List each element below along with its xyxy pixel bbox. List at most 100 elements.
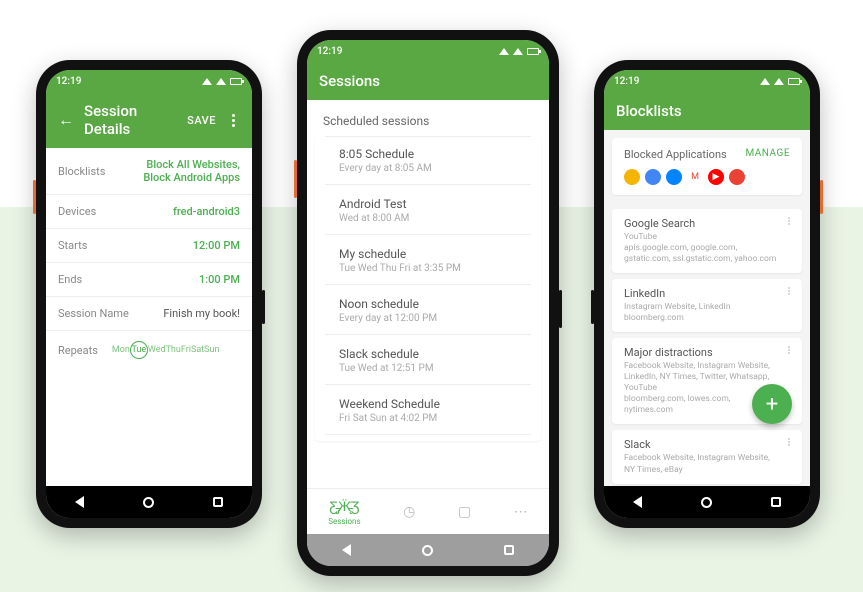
session-title: Android Test <box>339 197 517 211</box>
nav-back-icon[interactable] <box>75 496 84 508</box>
nav-home-icon[interactable] <box>143 497 154 508</box>
status-bar: 12:19 <box>604 70 810 92</box>
row-ends[interactable]: Ends 1:00 PM <box>46 263 252 297</box>
session-subtitle: Every day at 8:05 AM <box>339 163 517 174</box>
wifi-icon <box>216 78 226 85</box>
header-title: Blocklists <box>616 102 798 120</box>
signal-icon <box>499 48 509 55</box>
status-time: 12:19 <box>317 46 342 57</box>
status-time: 12:19 <box>56 76 81 87</box>
day-sat[interactable]: Sat <box>191 345 204 355</box>
battery-icon <box>527 48 539 55</box>
row-value: 12:00 PM <box>193 239 240 252</box>
nav-recent-icon[interactable] <box>771 497 781 507</box>
phone-blocklists: 12:19 Blocklists Blocked Applications MA… <box>594 60 820 528</box>
blocklist-title: LinkedIn <box>624 287 780 300</box>
session-title: Noon schedule <box>339 297 517 311</box>
tab-sessions[interactable]: Ƹ̵̡Ӝ̵̨̄Ʒ Sessions <box>328 498 360 526</box>
row-repeats: Repeats MonTueWedThuFriSatSun <box>46 331 252 369</box>
volume-button <box>33 180 36 214</box>
signal-icon <box>202 78 212 85</box>
power-button <box>559 290 562 328</box>
overflow-menu-icon[interactable] <box>226 114 240 127</box>
row-label: Devices <box>58 205 96 218</box>
overflow-menu-icon[interactable] <box>788 217 790 265</box>
power-button <box>591 290 594 324</box>
nav-back-icon[interactable] <box>633 496 642 508</box>
back-icon[interactable]: ← <box>58 110 74 130</box>
battery-icon <box>788 78 800 85</box>
blocklist-title: Major distractions <box>624 346 780 359</box>
blocked-apps-card[interactable]: Blocked Applications MANAGE M▶ <box>612 138 802 195</box>
shield-icon: ▢ <box>458 504 471 520</box>
nav-home-icon[interactable] <box>701 497 712 508</box>
butterfly-icon: Ƹ̵̡Ӝ̵̨̄Ʒ <box>329 498 359 515</box>
session-subtitle: Tue Wed at 12:51 PM <box>339 363 517 374</box>
row-label: Repeats <box>58 344 98 357</box>
blocklist-subtitle: Instagram Website, LinkedInbloomberg.com <box>624 302 780 324</box>
tab-blocklists[interactable]: ▢ <box>458 504 471 520</box>
android-nav-bar <box>46 486 252 518</box>
section-title: Scheduled sessions <box>307 100 549 136</box>
session-subtitle: Every day at 12:00 PM <box>339 313 517 324</box>
nav-recent-icon[interactable] <box>213 497 223 507</box>
day-mon[interactable]: Mon <box>112 345 130 355</box>
row-label: Blocklists <box>58 165 105 178</box>
battery-icon <box>230 78 242 85</box>
blocklist-card[interactable]: Slack Facebook Website, Instagram Website… <box>612 430 802 483</box>
status-bar: 12:19 <box>307 40 549 62</box>
nav-home-icon[interactable] <box>422 545 433 556</box>
overflow-menu-icon[interactable] <box>788 438 790 475</box>
session-subtitle: Fri Sat Sun at 4:02 PM <box>339 413 517 424</box>
tab-bar: Ƹ̵̡Ӝ̵̨̄Ʒ Sessions ◷ ▢ ⋯ <box>307 488 549 534</box>
blocklist-card[interactable]: LinkedIn Instagram Website, LinkedInbloom… <box>612 279 802 332</box>
app-header: Blocklists <box>604 92 810 130</box>
signal-icon <box>760 78 770 85</box>
row-value: fred-android3 <box>173 205 240 218</box>
row-label: Ends <box>58 273 82 286</box>
volume-button <box>820 180 823 214</box>
row-session-name[interactable]: Session Name Finish my book! <box>46 297 252 331</box>
session-card[interactable]: My scheduleTue Wed Thu Fri at 3:35 PM <box>325 237 531 285</box>
wifi-icon <box>774 78 784 85</box>
session-card[interactable]: Weekend ScheduleFri Sat Sun at 4:02 PM <box>325 387 531 435</box>
day-fri[interactable]: Fri <box>181 345 191 355</box>
blocklist-title: Slack <box>624 438 780 451</box>
session-card[interactable]: Slack scheduleTue Wed at 12:51 PM <box>325 337 531 385</box>
status-time: 12:19 <box>614 76 639 87</box>
gmail-icon: M <box>687 169 703 185</box>
nav-recent-icon[interactable] <box>504 545 514 555</box>
app-icon <box>729 169 745 185</box>
tab-label: Sessions <box>328 517 360 526</box>
row-blocklists[interactable]: Blocklists Block All Websites, Block And… <box>46 148 252 195</box>
session-subtitle: Tue Wed Thu Fri at 3:35 PM <box>339 263 517 274</box>
messenger-icon <box>666 169 682 185</box>
session-subtitle: Wed at 8:00 AM <box>339 213 517 224</box>
app-header: ← Session Details SAVE <box>46 92 252 148</box>
save-button[interactable]: SAVE <box>187 114 216 127</box>
day-wed[interactable]: Wed <box>148 345 166 355</box>
session-card[interactable]: 8:05 ScheduleEvery day at 8:05 AM <box>325 136 531 185</box>
power-button <box>262 290 265 324</box>
overflow-menu-icon[interactable] <box>788 287 790 324</box>
tab-history[interactable]: ◷ <box>403 504 415 520</box>
nav-back-icon[interactable] <box>342 544 351 556</box>
session-card[interactable]: Noon schedule Every day at 12:00 PM <box>325 287 531 335</box>
blocklist-subtitle: Facebook Website, Instagram Website, NY … <box>624 453 780 475</box>
day-sun[interactable]: Sun <box>204 345 219 355</box>
day-tue[interactable]: Tue <box>130 341 148 359</box>
android-nav-bar <box>604 486 810 518</box>
session-card[interactable]: Android Test Wed at 8:00 AM <box>325 187 531 235</box>
row-starts[interactable]: Starts 12:00 PM <box>46 229 252 263</box>
day-thu[interactable]: Thu <box>166 345 181 355</box>
manage-button[interactable]: MANAGE <box>745 148 790 161</box>
header-title: Session Details <box>84 102 177 138</box>
add-fab[interactable]: + <box>752 384 792 424</box>
blocklist-title: Google Search <box>624 217 780 230</box>
blocked-apps-label: Blocked Applications <box>624 148 727 161</box>
tab-more[interactable]: ⋯ <box>514 504 528 520</box>
header-title: Sessions <box>319 72 537 90</box>
row-label: Session Name <box>58 307 129 320</box>
blocklist-card[interactable]: Google SearchYouTubeapis.google.com, goo… <box>612 209 802 273</box>
row-devices[interactable]: Devices fred-android3 <box>46 195 252 229</box>
